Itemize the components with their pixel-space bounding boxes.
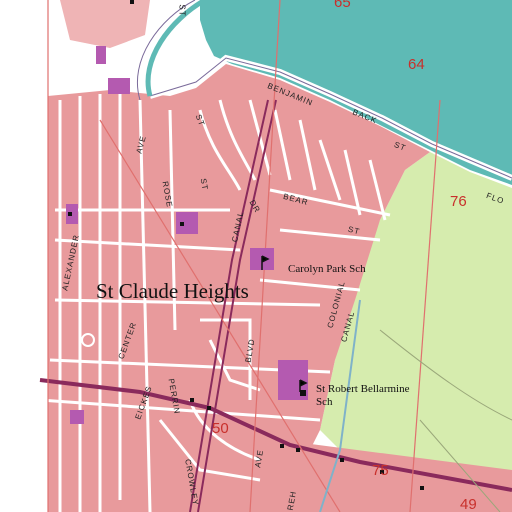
section-number: 75: [372, 462, 389, 479]
school-label-st-robert-line2: Sch: [316, 396, 333, 408]
school-label-st-robert-line1: St Robert Bellarmine: [316, 383, 410, 395]
school-label-carolyn-park: Carolyn Park Sch: [288, 263, 366, 275]
place-name: St Claude Heights: [96, 279, 249, 303]
map-drawing: [39, 0, 512, 512]
section-number: 65: [334, 0, 351, 11]
urban-patch: [60, 0, 150, 48]
topo-map[interactable]: St Claude Heights Carolyn Park Sch St Ro…: [0, 0, 512, 512]
street-label-st-top: ST: [177, 4, 187, 17]
street-label-st-rose: ST: [198, 177, 210, 192]
section-number: 49: [460, 496, 477, 512]
section-number: 50: [212, 420, 229, 437]
section-number: 76: [450, 193, 467, 210]
section-number: 64: [408, 56, 425, 73]
